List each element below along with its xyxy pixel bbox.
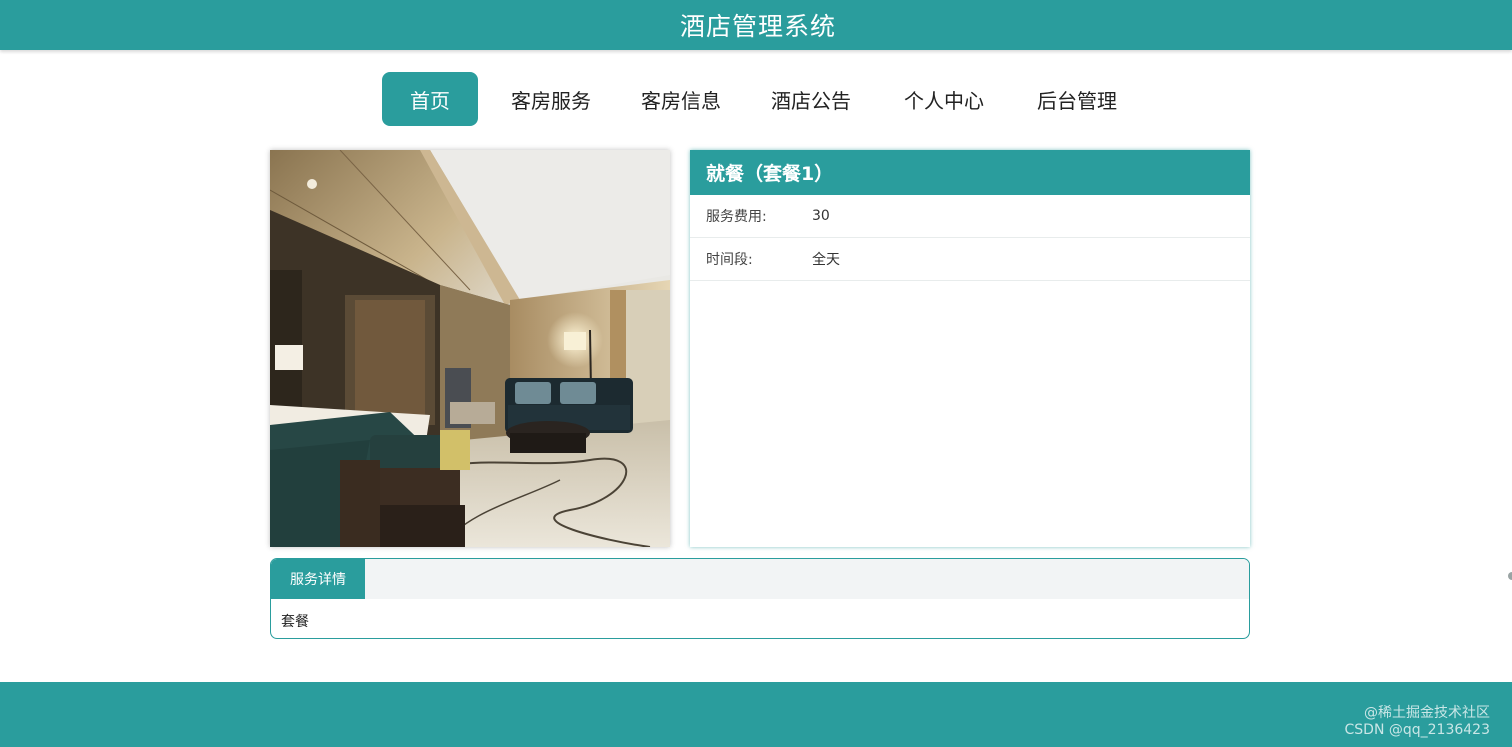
nav-item-admin[interactable]: 后台管理 [1026, 72, 1128, 126]
details-tab-bar: 服务详情 [271, 559, 1249, 599]
time-value: 全天 [812, 252, 840, 268]
scroll-indicator [1508, 572, 1512, 580]
info-row-time: 时间段: 全天 [690, 238, 1250, 281]
service-title: 就餐（套餐1） [690, 150, 1250, 195]
site-title: 酒店管理系统 [679, 12, 836, 41]
fee-value: 30 [812, 208, 830, 224]
main-nav: 首页 客房服务 客房信息 酒店公告 个人中心 后台管理 [0, 72, 1512, 126]
header-bar: 酒店管理系统 [0, 0, 1512, 50]
nav-item-home[interactable]: 首页 [382, 72, 478, 126]
service-details: 服务详情 套餐 [270, 558, 1250, 639]
service-photo [270, 150, 670, 547]
info-row-fee: 服务费用: 30 [690, 195, 1250, 238]
nav-item-room-info[interactable]: 客房信息 [630, 72, 732, 126]
nav-item-personal-center[interactable]: 个人中心 [893, 72, 995, 126]
watermark-line-1: @稀土掘金技术社区 [1364, 705, 1490, 721]
time-label: 时间段: [706, 252, 753, 268]
watermark-line-2: CSDN @qq_2136423 [1344, 722, 1491, 738]
hotel-room-image [270, 150, 670, 547]
watermark: @稀土掘金技术社区 CSDN @qq_2136423 [1345, 705, 1491, 739]
service-info-panel: 就餐（套餐1） 服务费用: 30 时间段: 全天 [690, 150, 1250, 547]
nav-item-room-service[interactable]: 客房服务 [500, 72, 602, 126]
fee-label: 服务费用: [706, 209, 767, 225]
nav-item-hotel-notice[interactable]: 酒店公告 [760, 72, 862, 126]
footer-bar: @稀土掘金技术社区 CSDN @qq_2136423 [0, 682, 1512, 747]
tab-service-details[interactable]: 服务详情 [271, 559, 365, 599]
details-content: 套餐 [281, 614, 309, 630]
